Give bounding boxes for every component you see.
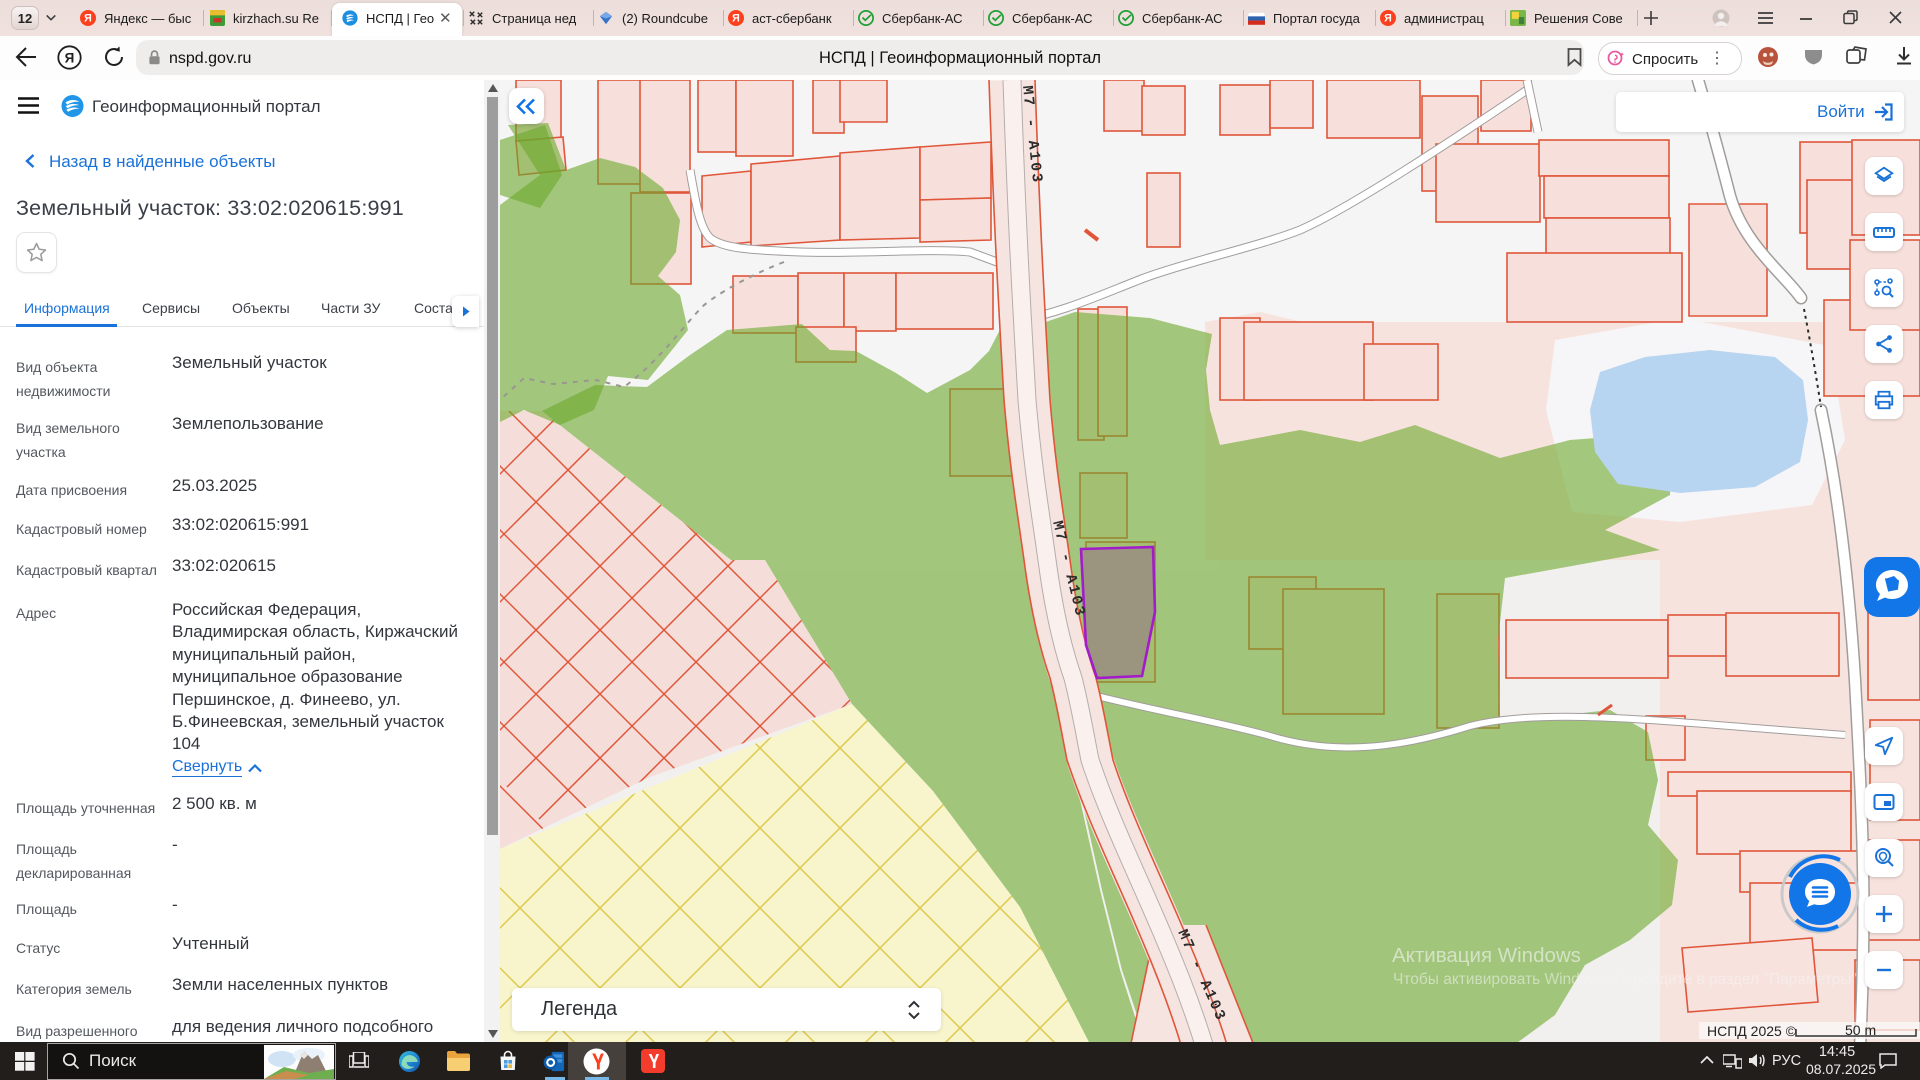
svg-text:Я: Я bbox=[84, 13, 92, 25]
svg-text:Я: Я bbox=[732, 13, 740, 25]
svg-text:Я: Я bbox=[1384, 13, 1392, 25]
